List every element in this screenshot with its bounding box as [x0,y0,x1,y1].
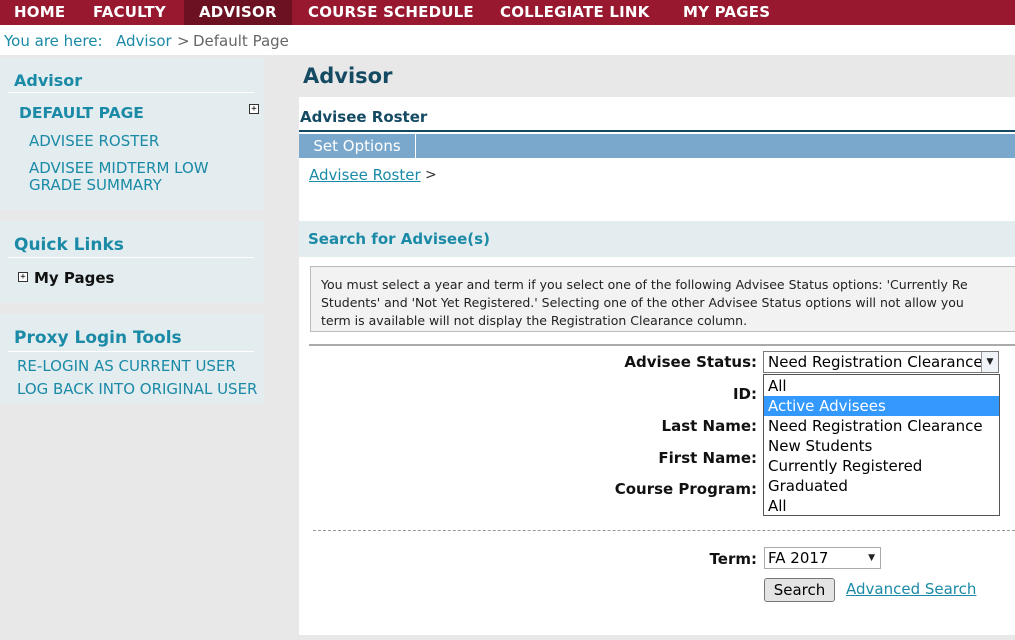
breadcrumb-separator: > [177,32,190,50]
sidebar-item-advisee-roster[interactable]: ADVISEE ROSTER [29,133,159,150]
advisee-status-dropdown: All Active Advisees Need Registration Cl… [763,374,1000,516]
sidebar-advisor-panel: Advisor DEFAULT PAGE + ADVISEE ROSTER AD… [0,58,264,210]
expand-icon[interactable]: + [249,104,259,114]
breadcrumb-current: Default Page [193,32,289,50]
nav-advisor[interactable]: ADVISOR [184,0,292,25]
sidebar-divider [8,92,254,93]
sidebar-quick-links-panel: Quick Links + My Pages [0,221,264,303]
search-heading: Search for Advisee(s) [308,230,490,248]
quick-link-my-pages[interactable]: My Pages [34,270,114,287]
sidebar-proxy-panel: Proxy Login Tools RE-LOGIN AS CURRENT US… [0,314,264,404]
nav-course-schedule[interactable]: COURSE SCHEDULE [294,0,488,25]
first-name-label: First Name: [658,449,757,467]
status-option-need-registration-clearance[interactable]: Need Registration Clearance [764,416,999,436]
crumb-separator: > [425,167,437,183]
sidebar-item-midterm-low[interactable]: ADVISEE MIDTERM LOW [29,160,209,177]
status-option-active-advisees[interactable]: Active Advisees [764,396,999,416]
advisee-roster-link[interactable]: Advisee Roster [309,166,421,184]
status-option-new-students[interactable]: New Students [764,436,999,456]
term-value: FA 2017 [768,549,829,567]
notice-line: Students' and 'Not Yet Registered.' Sele… [321,295,964,310]
page-title: Advisor [303,64,393,88]
breadcrumb: You are here: Advisor > Default Page [0,25,1015,55]
breadcrumb-prefix: You are here: [4,32,103,50]
course-program-label: Course Program: [614,480,757,498]
sidebar-advisor-title: Advisor [14,71,83,90]
chevron-down-icon[interactable]: ▼ [981,352,998,372]
quick-links-title: Quick Links [14,235,124,255]
proxy-title: Proxy Login Tools [14,328,182,348]
relogin-current-user-link[interactable]: RE-LOGIN AS CURRENT USER [17,358,236,375]
last-name-label: Last Name: [661,417,757,435]
log-back-original-user-link[interactable]: LOG BACK INTO ORIGINAL USER [17,381,257,398]
options-bar: Set Options [299,134,1015,158]
id-label: ID: [732,385,757,403]
status-option-all-2[interactable]: All [764,496,999,516]
status-option-graduated[interactable]: Graduated [764,476,999,496]
dashed-divider [313,530,1015,531]
breadcrumb-advisor-link[interactable]: Advisor [116,25,172,58]
nav-home[interactable]: HOME [0,0,79,25]
nav-faculty[interactable]: FACULTY [79,0,180,25]
sidebar-divider [8,351,254,352]
nav-my-pages[interactable]: MY PAGES [669,0,784,25]
sidebar-divider [8,257,254,258]
sidebar-item-default-page[interactable]: DEFAULT PAGE [19,105,144,122]
sidebar-item-grade-summary[interactable]: GRADE SUMMARY [29,177,162,194]
chevron-down-icon: ▼ [868,553,875,563]
advisee-status-label: Advisee Status: [624,353,757,371]
notice-box: You must select a year and term if you s… [310,266,1015,332]
term-label: Term: [709,550,757,568]
set-options-button[interactable]: Set Options [299,134,416,158]
status-option-currently-registered[interactable]: Currently Registered [764,456,999,476]
nav-collegiate-link[interactable]: COLLEGIATE LINK [486,0,663,25]
search-heading-bar: Search for Advisee(s) [299,221,1015,257]
expand-icon[interactable]: + [18,272,28,282]
term-select[interactable]: FA 2017 ▼ [764,547,881,569]
advisee-status-value: Need Registration Clearance [768,353,983,371]
advanced-search-link[interactable]: Advanced Search [846,580,976,598]
status-option-all[interactable]: All [764,376,999,396]
advisee-status-select[interactable]: Need Registration Clearance ▼ [763,351,999,373]
notice-line: You must select a year and term if you s… [321,277,968,292]
notice-line: term is available will not display the R… [321,313,748,328]
search-button[interactable]: Search [764,578,835,602]
form-divider [309,344,1015,346]
section-divider [299,130,1015,132]
top-navigation: HOME FACULTY ADVISOR COURSE SCHEDULE COL… [0,0,1015,25]
section-title: Advisee Roster [300,108,428,126]
